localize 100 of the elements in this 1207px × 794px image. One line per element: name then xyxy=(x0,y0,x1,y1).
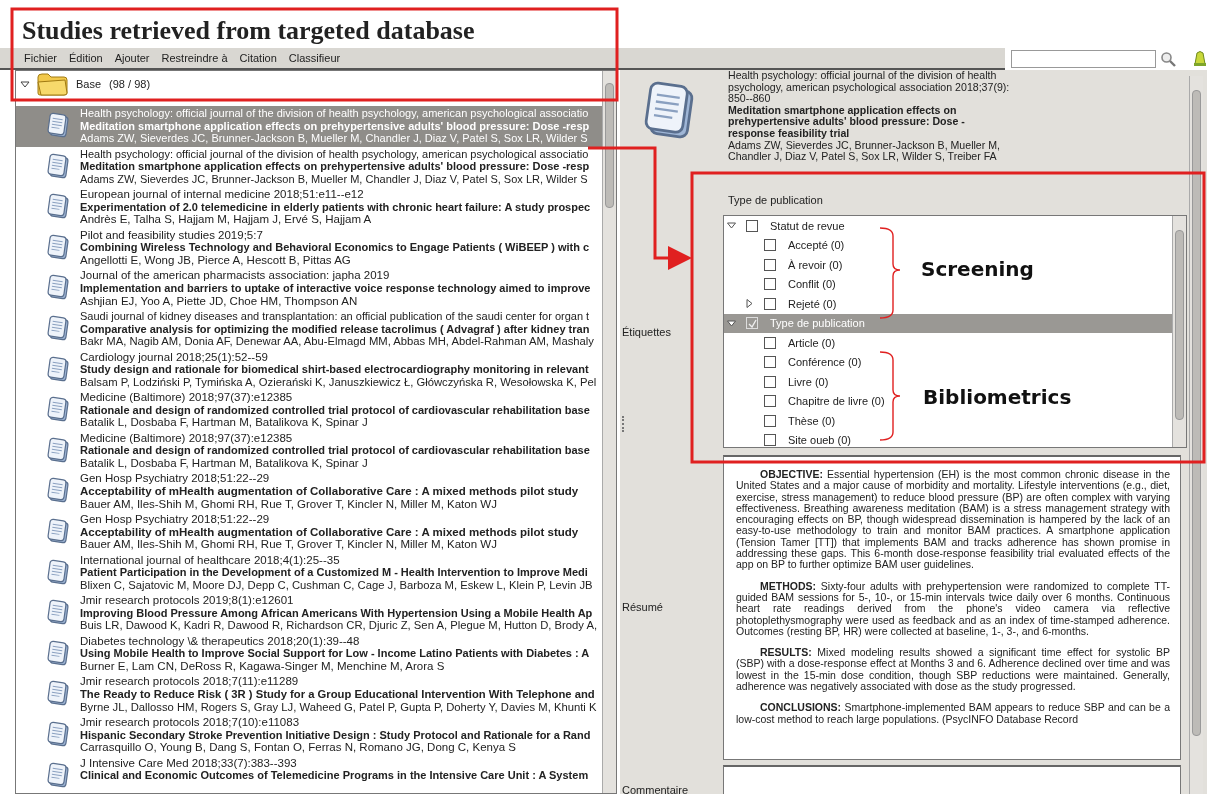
author-list: Balsam P, Lodziński P, Tymińska A, Ozierański K, Januszkiewicz Ł, Główczyńska R, Wesołowska K, Pel xyxy=(80,375,598,389)
menu-item[interactable]: Ajouter xyxy=(108,46,156,70)
journal-text: J Intensive Care Med 2018;33(7):383--393 xyxy=(80,756,298,770)
menu-item[interactable]: Fichier xyxy=(18,46,63,70)
checkbox[interactable] xyxy=(764,375,776,388)
article-title: Clinical and Economic Outcomes of Telemedicine Programs in the Intensive Care Unit : A System xyxy=(80,769,590,782)
expand-toggle[interactable] xyxy=(726,318,736,328)
annotation-label: Screening xyxy=(921,256,1034,283)
author-list: Carrasquillo O, Young B, Dang S, Fontan O, Ferras N, Romano JG, Dong C, Kenya S xyxy=(80,741,598,754)
document-icon xyxy=(46,112,70,138)
journal-text: European journal of internal medicine 2018;51:e11--e12 xyxy=(80,188,365,201)
article-title: Meditation smartphone application effects on prehypertensive adults' blood pressure: Dose -resp xyxy=(80,119,591,133)
scrollbar[interactable] xyxy=(1172,216,1186,447)
document-icon xyxy=(46,680,70,707)
document-icon xyxy=(46,639,70,666)
journal-text: Gen Hosp Psychiatry 2018;51:22--29 xyxy=(80,472,271,485)
splitter-handle[interactable] xyxy=(622,416,625,432)
tag-label: Chapitre de livre (0) xyxy=(788,394,885,409)
beacon-icon[interactable] xyxy=(1193,50,1207,66)
tag-row[interactable]: Article (0) xyxy=(724,333,840,353)
tag-label: Type de publication xyxy=(770,316,865,331)
menu-item[interactable]: Citation xyxy=(233,46,283,70)
article-title: Acceptability of mHealth augmentation of Collaborative Care : A mixed methods pilot study xyxy=(80,484,580,498)
tag-label: À revoir (0) xyxy=(788,257,843,273)
tag-row[interactable]: Conflit (0) xyxy=(724,274,840,294)
checkbox[interactable] xyxy=(746,219,758,232)
journal-text: Diabetes technology \& therapeutics 2018;20(1):39--48 xyxy=(80,634,361,648)
article-title: Improving Blood Pressure Among African Americans With Hypertension Using a Mobile Health Ap xyxy=(80,606,594,620)
document-icon xyxy=(46,193,70,220)
article-title: Study design and rationale for biomedical shirt-based electrocardiography monitoring in relevant xyxy=(80,363,590,376)
expand-toggle[interactable] xyxy=(20,79,30,89)
tag-row[interactable]: Site oueb (0) xyxy=(724,430,855,447)
tag-label: Conférence (0) xyxy=(788,355,862,370)
field-caption: Type de publication xyxy=(728,193,823,208)
journal-text: Health psychology: official journal of the division of health psychology, american psychological associatio xyxy=(80,107,590,120)
article-title: Patient Participation in the Development of a Customized M - Health Intervention to Improve Medi xyxy=(80,566,589,579)
checkbox[interactable] xyxy=(764,336,776,349)
author-list: Angellotti E, Wong JB, Pierce A, Hescott B, Pittas AG xyxy=(80,253,598,267)
article-title: Meditation smartphone application effects on prehypertensive adults' blood pressure: Dose -response feasibility trial xyxy=(728,104,966,140)
checkbox[interactable] xyxy=(764,395,776,408)
checkbox[interactable] xyxy=(764,356,776,369)
journal-text: International journal of healthcare 2018;4(1):25--35 xyxy=(80,553,341,567)
expand-toggle[interactable] xyxy=(726,221,736,231)
document-icon xyxy=(46,233,70,260)
checkbox[interactable] xyxy=(764,414,776,427)
journal-text: Cardiology journal 2018;25(1):52--59 xyxy=(80,350,269,364)
author-list: Blixen C, Sajatovic M, Moore DJ, Depp C, Cushman C, Cage J, Barboza M, Eskew L, Klein P, Levin JB xyxy=(80,578,598,592)
tag-row[interactable]: Livre (0) xyxy=(724,372,833,392)
tag-row[interactable]: Rejeté (0) xyxy=(724,294,841,314)
checkbox[interactable] xyxy=(764,278,776,291)
journal-text: Health psychology: official journal of the division of health psychology, american psychological associatio xyxy=(80,147,590,161)
author-list: Ashjian EJ, Yoo A, Piette JD, Choe HM, Thompson AN xyxy=(80,294,598,308)
record-row[interactable]: Pilot and feasibility studies 2019;5:7 Combining Wireless Technology and Behavioral Economics to Engage Patients ( WiBEEP ) with c Angellotti E, Wong JB, Pierce A, Hescott B, Pittas AG xyxy=(16,227,602,269)
comment-field[interactable] xyxy=(723,765,1181,794)
menu-item[interactable]: Édition xyxy=(63,46,109,70)
tree-row[interactable]: Base (98 / 98) xyxy=(16,71,602,97)
record-row[interactable]: J Intensive Care Med 2018;33(7):383--393 Clinical and Economic Outcomes of Telemedicine Programs in the Intensive Care Unit : A System xyxy=(16,755,602,793)
tag-label: Article (0) xyxy=(788,335,836,351)
article-title: Comparative analysis for optimizing the modified release tacrolimus ( Advagraf ) after kidney tran xyxy=(80,322,591,336)
article-title: Implementation and barriers to uptake of interactive voice response technology aimed to improve xyxy=(80,281,592,295)
journal-text: Journal of the american pharmacists association: japha 2019 xyxy=(80,269,391,282)
record-row[interactable]: Medicine (Baltimore) 2018;97(37):e12385 Rationale and design of randomized controlled trial protocol of cardiovascular rehabilitation base Batalik L, Dosbaba F, Hartman M, Batalikova K, Spinar J xyxy=(16,390,602,431)
checkbox[interactable] xyxy=(764,434,776,447)
tag-row[interactable]: Chapitre de livre (0) xyxy=(724,391,889,411)
checkbox[interactable] xyxy=(764,258,776,271)
page-title: Studies retrieved from targeted database xyxy=(21,15,476,47)
search-icon[interactable] xyxy=(1160,51,1176,67)
tag-row[interactable]: Statut de revue xyxy=(724,216,849,236)
tag-row[interactable]: À revoir (0) xyxy=(724,255,847,275)
search-field[interactable] xyxy=(1011,50,1156,68)
journal-text: Saudi journal of kidney diseases and transplantation: an official publication of the saudi center for organ t xyxy=(80,309,591,323)
tag-row[interactable]: Accepté (0) xyxy=(724,235,849,255)
tag-label: Site oueb (0) xyxy=(788,433,851,447)
document-icon xyxy=(46,761,70,788)
tag-row[interactable]: Thèse (0) xyxy=(724,411,840,431)
menu-item[interactable]: Classifieur xyxy=(282,46,347,70)
author-list: Adams ZW, Sieverdes JC, Brunner-Jackson B, Mueller M, Chandler J, Diaz V, Patel S, Sox LR, Wilder S xyxy=(80,172,598,186)
author-list: Byrne JL, Dallosso HM, Rogers S, Gray LJ, Waheed G, Patel P, Gupta P, Doherty Y, Davies M, Khunti K xyxy=(80,700,598,714)
journal-text: Jmir research protocols 2018;7(11):e11289 xyxy=(80,675,300,688)
article-title: Rationale and design of randomized controlled trial protocol of cardiovascular rehabilitation base xyxy=(80,444,591,457)
document-icon xyxy=(46,720,70,747)
tag-label: Rejeté (0) xyxy=(788,296,837,312)
checkbox[interactable] xyxy=(764,239,776,252)
journal-text: Health psychology: official journal of the division of health psychology, american psychological association 2018;37(9): 850--860 xyxy=(728,70,1010,105)
scrollbar[interactable] xyxy=(1189,76,1203,794)
article-title: Experimentation of 2.0 telemedicine in elderly patients with chronic heart failure: A study prospec xyxy=(80,200,592,214)
article-title: Using Mobile Health to Improve Social Support for Low - Income Latino Patients with Diabetes : A xyxy=(80,647,591,660)
checkbox[interactable] xyxy=(764,297,776,310)
scrollbar[interactable] xyxy=(602,71,616,793)
article-title: Combining Wireless Technology and Behavioral Economics to Engage Patients ( WiBEEP ) with c xyxy=(80,241,591,254)
annotation-label: Bibliometrics xyxy=(923,384,1072,411)
expand-toggle[interactable] xyxy=(744,299,754,309)
author-list: Burner E, Lam CN, DeRoss R, Kagawa-Singer M, Menchine M, Arora S xyxy=(80,659,598,673)
tag-label: Conflit (0) xyxy=(788,277,836,292)
document-icon xyxy=(46,477,70,504)
record-row[interactable]: Medicine (Baltimore) 2018;97(37):e12385 Rationale and design of randomized controlled trial protocol of cardiovascular rehabilitation base Batalik L, Dosbaba F, Hartman M, Batalikova K, Spinar J xyxy=(16,430,602,472)
menu-item[interactable]: Restreindre à xyxy=(155,46,234,70)
author-list: Bakr MA, Nagib AM, Donia AF, Denewar AA, Abu-Elmagd MM, Abbas MH, Abdel-Rahman AM, Mashaly xyxy=(80,335,598,348)
abstract-paragraph: CONCLUSIONS: Smartphone-implemented BAM appears to reduce SBP and can be a low-cost method to reach large populations. (PsycINFO Database Record xyxy=(736,702,1170,725)
tag-row[interactable]: Conférence (0) xyxy=(724,352,866,372)
